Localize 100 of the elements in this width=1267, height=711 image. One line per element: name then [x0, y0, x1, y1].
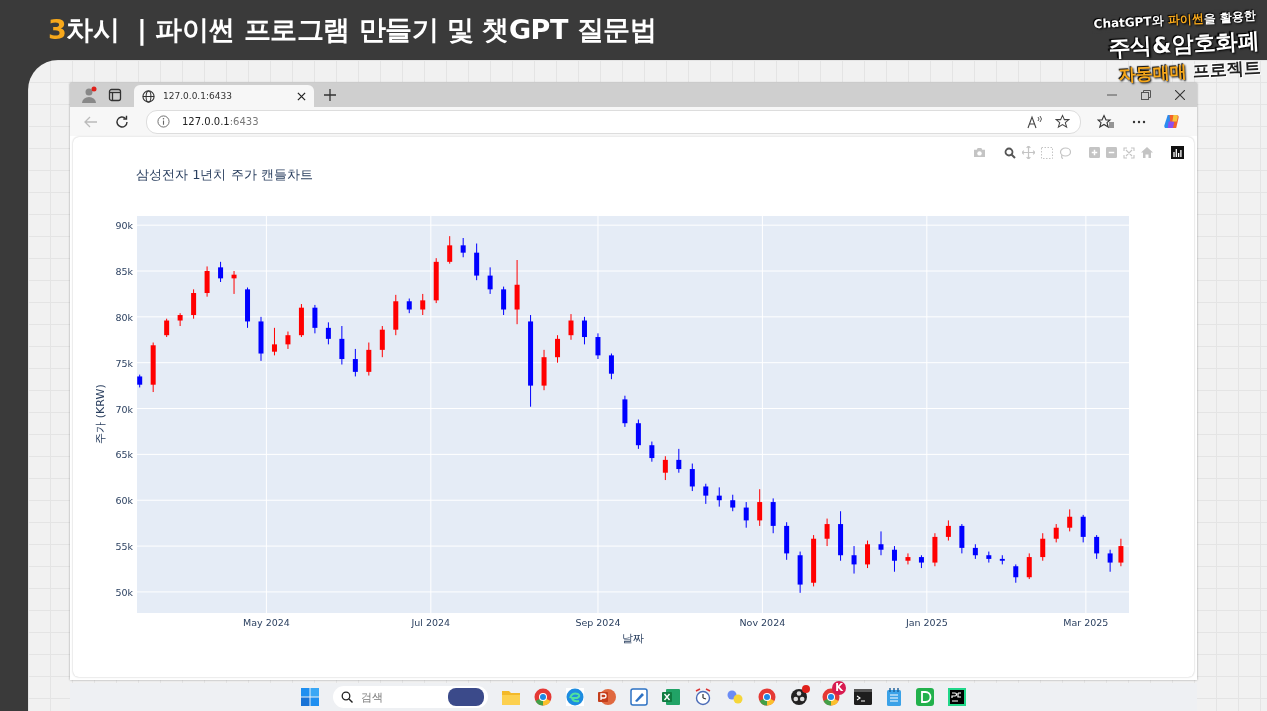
candlestick	[743, 501, 749, 529]
clock-tools-icon[interactable]	[694, 688, 712, 706]
candlestick	[460, 237, 466, 258]
tab-title: 127.0.0.1:6433	[163, 91, 233, 101]
pen-document-icon[interactable]	[630, 688, 648, 706]
axis-tick-label: Jan 2025	[905, 617, 948, 628]
candlestick	[501, 286, 507, 316]
candlestick	[164, 318, 170, 338]
candlestick	[1080, 514, 1086, 543]
axis-tick-label: Sep 2024	[575, 617, 621, 628]
notification-dot	[802, 685, 810, 693]
candlestick	[851, 545, 857, 575]
lesson-title: 3차시 | 파이썬 프로그램 만들기 및 챗GPT 질문법	[48, 13, 657, 48]
zoom-icon[interactable]	[1004, 146, 1016, 159]
candlestick	[1118, 538, 1124, 567]
more-icon[interactable]	[1132, 119, 1146, 124]
candlestick	[676, 448, 682, 474]
candlestick	[325, 321, 331, 345]
wave-browser-icon[interactable]	[566, 688, 584, 706]
candlestick	[285, 331, 291, 350]
favorites-icon[interactable]	[1097, 114, 1115, 129]
candlestick	[635, 419, 641, 450]
restore-icon[interactable]	[1141, 90, 1151, 100]
notepad-icon[interactable]	[886, 688, 902, 706]
axis-tick-label: Nov 2024	[739, 617, 786, 628]
new-tab-icon[interactable]	[324, 89, 336, 101]
candlestick	[959, 523, 965, 554]
candlestick	[865, 540, 871, 569]
candlestick	[487, 266, 493, 295]
axis-tick-label: May 2024	[242, 617, 290, 628]
candlestick	[770, 497, 776, 534]
candlestick	[352, 348, 358, 377]
profile-badge: K	[832, 681, 846, 695]
candlestick	[204, 265, 210, 298]
candlestick	[622, 395, 628, 428]
round-browser-icon[interactable]	[758, 688, 776, 706]
url-text: 127.0.0.1:6433	[182, 116, 259, 127]
candlestick	[447, 235, 453, 265]
presentation-app-icon[interactable]	[598, 688, 616, 706]
refresh-icon[interactable]	[115, 114, 129, 129]
candlestick	[1040, 532, 1046, 562]
candlestick	[218, 261, 224, 283]
globe-icon	[142, 89, 155, 103]
axis-tick-label: 80k	[115, 311, 133, 323]
info-icon	[157, 115, 170, 128]
candlestick	[177, 312, 183, 327]
candlestick	[1053, 523, 1059, 543]
two-dots-icon[interactable]	[726, 688, 744, 706]
candlestick	[689, 463, 695, 492]
candlestick	[662, 455, 668, 481]
candlestick	[568, 313, 574, 341]
search-highlight-picture	[448, 688, 484, 706]
search-icon	[341, 691, 353, 703]
candlestick	[595, 332, 601, 360]
axis-tick-label: 90k	[115, 220, 133, 232]
bar-chart-logo-icon[interactable]	[1171, 146, 1184, 159]
candlestick	[1107, 549, 1113, 573]
address-bar[interactable]: 127.0.0.1:6433	[146, 109, 1081, 134]
candlestick	[474, 243, 480, 281]
axis-tick-label: 85k	[115, 266, 133, 277]
ide-tile-icon[interactable]	[948, 688, 966, 706]
search-field[interactable]: 검색	[333, 686, 488, 708]
candlestick	[1013, 563, 1019, 584]
candlestick	[271, 327, 277, 356]
axis-tick-label: 60k	[115, 495, 133, 507]
candlestick	[379, 325, 385, 358]
candlestick	[312, 304, 318, 334]
star-icon[interactable]	[1055, 114, 1070, 129]
axis-tick-label: 75k	[115, 357, 133, 369]
candlestick	[703, 483, 709, 505]
candlestick	[191, 288, 197, 320]
candlestick	[555, 334, 561, 364]
browser-tab[interactable]: 127.0.0.1:6433	[134, 85, 314, 107]
recorder-icon[interactable]	[790, 688, 808, 706]
candlestick	[905, 552, 911, 565]
x-axis-title: 날짜	[622, 632, 644, 645]
candlestick	[1067, 508, 1073, 532]
axis-tick-label: Mar 2025	[1063, 617, 1109, 628]
read-aloud-icon[interactable]	[1027, 114, 1043, 129]
candlestick	[824, 518, 830, 547]
candlestick	[608, 353, 614, 380]
round-browser-icon[interactable]	[534, 688, 552, 706]
letter-tile-icon[interactable]	[916, 688, 934, 706]
windows-logo-icon[interactable]	[301, 688, 319, 706]
terminal-icon[interactable]	[854, 689, 872, 705]
spreadsheet-app-icon[interactable]	[662, 688, 680, 706]
y-axis-title: 주가 (KRW)	[94, 384, 107, 444]
candlestick	[420, 293, 426, 316]
candlestick	[1026, 552, 1032, 580]
candlestick	[339, 325, 345, 366]
candlestick	[1094, 534, 1100, 560]
copilot-icon[interactable]	[1163, 113, 1180, 130]
close-icon[interactable]	[1175, 90, 1185, 100]
tab-actions-icon[interactable]	[108, 88, 122, 102]
close-icon[interactable]	[297, 91, 306, 101]
profile-icon[interactable]	[80, 86, 98, 104]
axis-tick-label: 70k	[115, 403, 133, 415]
axis-tick-label: Jul 2024	[411, 617, 451, 628]
candlestick	[366, 342, 372, 377]
candlestick	[649, 441, 655, 463]
